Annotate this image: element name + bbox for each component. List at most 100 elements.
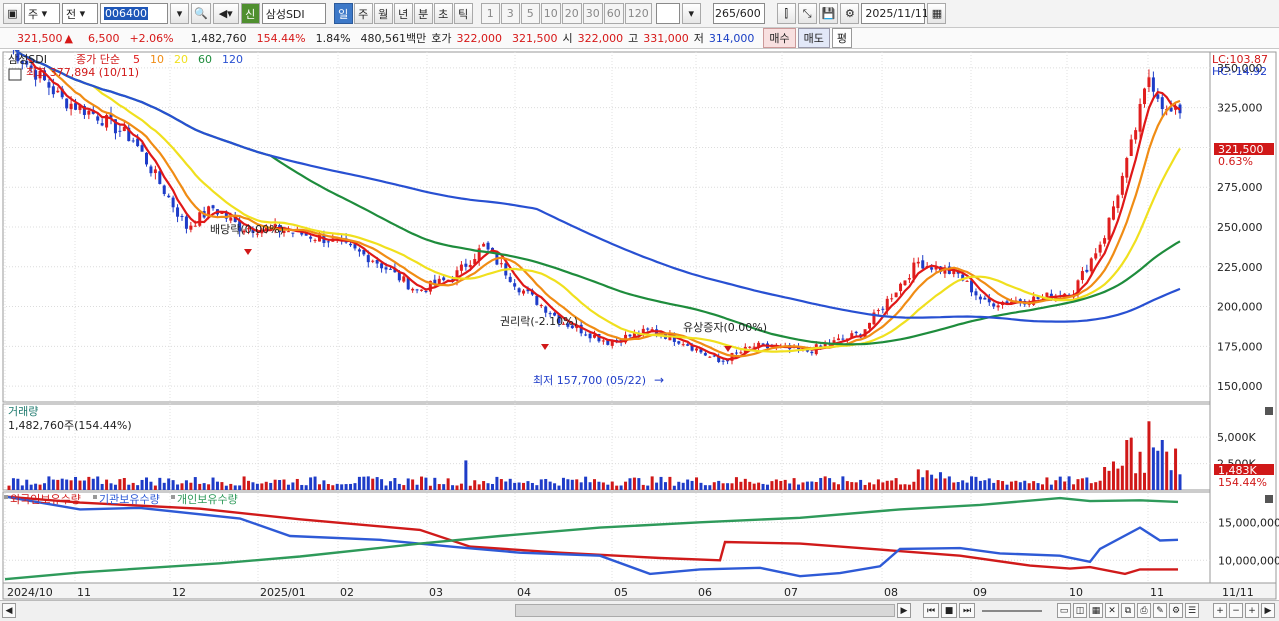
stock-name-field[interactable]: 삼성SDI <box>261 3 326 24</box>
quote-price: 321,500 <box>17 31 63 45</box>
period-tab-2[interactable]: 월 <box>373 3 393 24</box>
candle-type-icon[interactable]: ⫿ <box>776 3 796 24</box>
candle-body <box>189 225 193 230</box>
minute-tab-3[interactable]: 3 <box>500 3 520 24</box>
last-icon[interactable]: ⏭ <box>959 603 975 618</box>
volume-bar <box>996 480 1000 490</box>
search-icon[interactable]: 🔍 <box>191 3 211 24</box>
period-tab-0[interactable]: 일 <box>333 3 353 24</box>
pencil-icon[interactable]: ✎ <box>1153 603 1167 618</box>
scroll-left-icon[interactable]: ◀ <box>2 603 16 618</box>
speaker-icon[interactable]: ◀▾ <box>212 3 239 24</box>
line-tool-icon[interactable]: ⤡ <box>797 3 817 24</box>
volume-bar <box>712 482 716 490</box>
gear-icon[interactable]: ⚙ <box>840 3 860 24</box>
count-input[interactable]: 265/600 <box>712 3 765 24</box>
volume-bar <box>162 482 166 490</box>
minute-custom-dropdown[interactable]: ▾ <box>681 3 701 24</box>
expand-icon[interactable]: + <box>1245 603 1259 618</box>
first-icon[interactable]: ⏮ <box>923 603 939 618</box>
period-tabs: 일주월년분초틱 <box>333 3 473 24</box>
copy-icon[interactable]: ⧉ <box>1121 603 1135 618</box>
period-tab-3[interactable]: 년 <box>393 3 413 24</box>
volume-bar <box>286 484 290 490</box>
volume-bar <box>841 476 845 490</box>
cross-icon[interactable]: ✕ <box>1105 603 1119 618</box>
candle-body <box>388 268 392 270</box>
save-icon[interactable]: 💾 <box>818 3 839 24</box>
volume-bar <box>1009 481 1013 490</box>
minute-tab-10[interactable]: 10 <box>540 3 561 24</box>
period-tab-4[interactable]: 분 <box>413 3 433 24</box>
volume-bar <box>672 485 676 490</box>
candle-body <box>1111 206 1115 220</box>
candle-body <box>313 239 317 241</box>
print-icon[interactable]: ⎙ <box>1137 603 1151 618</box>
minute-tab-120[interactable]: 120 <box>624 3 652 24</box>
sell-button[interactable]: 매도 <box>797 28 830 48</box>
minute-custom-input[interactable] <box>655 3 680 24</box>
scroll-right-end-icon[interactable]: ▶ <box>1261 603 1275 618</box>
x-tick-label: 09 <box>973 586 987 599</box>
settings-icon[interactable]: ⚙ <box>1169 603 1183 618</box>
minute-tab-30[interactable]: 30 <box>582 3 603 24</box>
chart-canvas[interactable]: 350,000325,000300,000275,000250,000225,0… <box>0 50 1279 600</box>
date-input[interactable]: 2025/11/11 <box>861 3 929 24</box>
volume-bar <box>934 478 938 490</box>
volume-bar <box>792 478 796 490</box>
high-label: 고 <box>628 32 639 45</box>
minute-tab-20[interactable]: 20 <box>561 3 582 24</box>
layout-icon[interactable]: ▣ <box>3 3 22 24</box>
volume-bar <box>193 477 197 490</box>
volume-bar <box>788 483 792 490</box>
volume-bar <box>814 481 818 490</box>
minute-tab-5[interactable]: 5 <box>520 3 540 24</box>
zoom-slider[interactable] <box>982 610 1042 612</box>
period-tab-1[interactable]: 주 <box>353 3 373 24</box>
stock-code-input[interactable]: 006400 <box>100 3 168 24</box>
stock-code-value: 006400 <box>104 7 148 20</box>
minute-tab-60[interactable]: 60 <box>603 3 624 24</box>
minute-tab-1[interactable]: 1 <box>480 3 500 24</box>
period-tab-6[interactable]: 틱 <box>453 3 473 24</box>
volume-bar <box>202 483 206 490</box>
volume-bar <box>411 479 415 490</box>
code-dropdown-button[interactable]: ▾ <box>170 3 189 24</box>
open-label: 시 <box>562 32 573 45</box>
volume-bar <box>437 484 441 490</box>
volume-bar <box>118 479 122 490</box>
horizontal-scrollbar[interactable]: ◀ ▶ ⏮ ■ ⏭ ▭ ◫ ▦ ✕ ⧉ ⎙ ✎ ⚙ ☰ + − + ▶ <box>0 600 1279 621</box>
zoom-fit-icon[interactable]: ▭ <box>1057 603 1071 618</box>
candle-body <box>65 98 69 109</box>
scroll-right-icon[interactable]: ▶ <box>897 603 911 618</box>
x-tick-label: 10 <box>1069 586 1083 599</box>
stop-icon[interactable]: ■ <box>941 603 957 618</box>
average-button[interactable]: 평 <box>831 28 853 48</box>
volume-bar <box>313 476 317 490</box>
scroll-thumb[interactable] <box>515 604 895 617</box>
volume-bar <box>397 483 401 490</box>
candle-body <box>1094 253 1098 259</box>
prev-select[interactable]: 전 ▾ <box>62 3 98 24</box>
volume-bar <box>890 480 894 490</box>
quote-high: 331,000 <box>643 31 689 45</box>
candle-body <box>695 348 699 351</box>
volume-bar <box>703 485 707 490</box>
volume-bar <box>1063 481 1067 490</box>
calendar-icon[interactable]: ▦ <box>927 3 947 24</box>
period-tab-5[interactable]: 초 <box>433 3 453 24</box>
volume-bar <box>1120 465 1124 490</box>
volume-bar <box>60 478 64 490</box>
buy-button[interactable]: 매수 <box>763 28 796 48</box>
volume-bar <box>828 478 832 490</box>
zoom-in-icon[interactable]: + <box>1213 603 1227 618</box>
split-icon[interactable]: ◫ <box>1073 603 1087 618</box>
price-tick-label: 250,000 <box>1217 221 1263 234</box>
list-icon[interactable]: ☰ <box>1185 603 1199 618</box>
candle-body <box>180 215 184 217</box>
volume-bar <box>1005 484 1009 490</box>
x-tick-label: 2025/01 <box>260 586 306 599</box>
market-select[interactable]: 주 ▾ <box>24 3 60 24</box>
grid-icon[interactable]: ▦ <box>1089 603 1103 618</box>
zoom-out-icon[interactable]: − <box>1229 603 1243 618</box>
